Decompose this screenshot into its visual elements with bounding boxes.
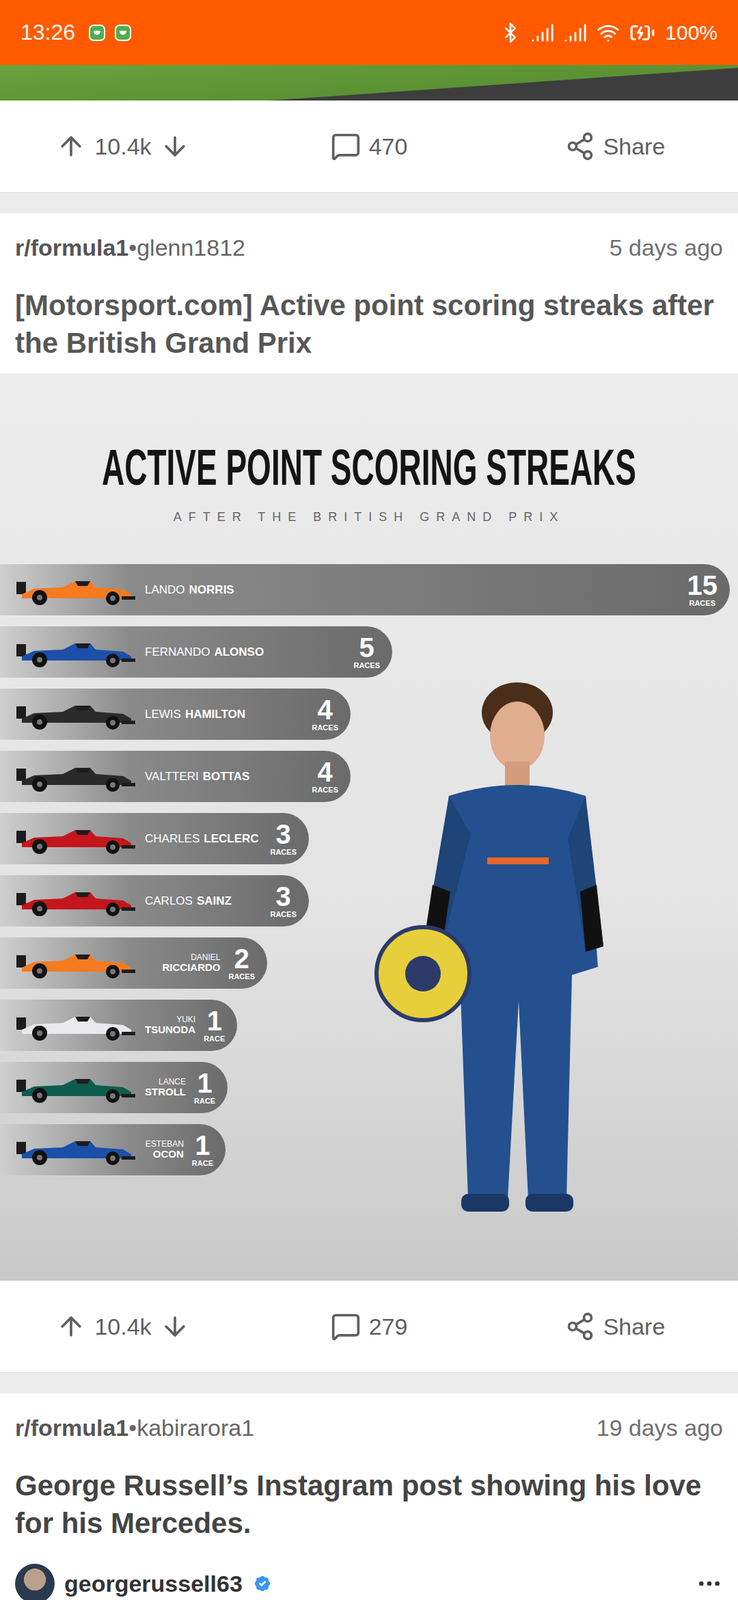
- post-title[interactable]: [Motorsport.com] Active point scoring st…: [0, 261, 738, 374]
- upvote-icon[interactable]: [56, 131, 87, 162]
- vote-group: 10.4k: [0, 131, 246, 162]
- streak-bar: CHARLESLECLERC 3RACES: [0, 812, 309, 864]
- driver-name: LANCESTROLL: [144, 1076, 186, 1097]
- vote-count: 10.4k: [94, 1312, 152, 1340]
- driver-photo: [366, 679, 622, 1220]
- post-title[interactable]: George Russell’s Instagram post showing …: [0, 1440, 738, 1553]
- streak-value: 3RACES: [269, 882, 297, 919]
- comments-button[interactable]: 470: [246, 131, 492, 162]
- wifi-icon: [596, 21, 620, 45]
- streak-bar: YUKITSUNODA 1RACE: [0, 999, 238, 1051]
- post-card[interactable]: r/formula1•kabirarora1 19 days agoGeorge …: [0, 1392, 738, 1599]
- post-image: [0, 64, 738, 101]
- car-icon: [13, 635, 137, 669]
- driver-name: FERNANDOALONSO: [144, 645, 346, 659]
- streak-bar: VALTTERIBOTTAS 4RACES: [0, 750, 351, 802]
- streak-value: 5RACES: [353, 633, 380, 670]
- post-age: 19 days ago: [596, 1413, 723, 1441]
- streak-bar: LEWISHAMILTON 4RACES: [0, 688, 351, 740]
- streak-bar: LANCESTROLL 1RACE: [0, 1061, 228, 1113]
- author[interactable]: •glenn1812: [128, 234, 246, 261]
- signal-icon: [563, 21, 587, 45]
- feed: 10.4k470Sharer/formula1•glenn18125 days …: [0, 64, 738, 1599]
- subreddit[interactable]: r/formula1: [15, 1413, 129, 1440]
- battery-level: 100%: [664, 21, 718, 45]
- notification-icon: [114, 24, 132, 41]
- streak-bar: LANDONORRIS 15RACES: [0, 563, 730, 615]
- car-icon: [13, 697, 137, 731]
- status-bar: 13:26 100%: [0, 0, 738, 65]
- bluetooth-icon: [499, 21, 522, 44]
- streak-value: 1RACE: [203, 1006, 225, 1043]
- driver-name: YUKITSUNODA: [144, 1014, 196, 1035]
- post-card: 10.4k 470Share: [0, 64, 738, 193]
- streak-bar: FERNANDOALONSO 5RACES: [0, 625, 393, 678]
- streak-bar: ESTEBANOCON 1RACE: [0, 1123, 226, 1175]
- streak-value: 4RACES: [311, 695, 339, 732]
- car-icon: [13, 1070, 137, 1104]
- driver-name: CHARLESLECLERC: [144, 832, 262, 845]
- streaks-chart[interactable]: ACTIVE POINT SCORING STREAKS AFTER THE BR…: [0, 373, 738, 1280]
- comment-icon: [330, 1310, 361, 1341]
- more-icon[interactable]: [695, 1568, 723, 1597]
- downvote-icon[interactable]: [159, 1310, 190, 1341]
- streak-value: 15RACES: [687, 571, 719, 608]
- post-header: r/formula1•glenn1812 5 days ago: [0, 213, 738, 262]
- comments-button[interactable]: 279: [246, 1310, 492, 1341]
- streak-value: 3RACES: [269, 820, 297, 857]
- driver-name: VALTTERIBOTTAS: [144, 770, 304, 783]
- streak-value: 1RACE: [192, 1130, 214, 1168]
- author[interactable]: •kabirarora1: [128, 1413, 255, 1440]
- post-card[interactable]: r/formula1•glenn1812 5 days ago[Motorspor…: [0, 213, 738, 1373]
- action-bar: 10.4k 470Share: [0, 100, 738, 193]
- verified-icon: [252, 1572, 273, 1593]
- car-icon: [13, 884, 137, 918]
- car-icon: [13, 759, 137, 793]
- car-icon: [13, 1132, 137, 1166]
- bar-list: LANDONORRIS15RACESFERNANDOALONSO5RACESLE…: [0, 563, 738, 1175]
- share-icon: [565, 131, 596, 162]
- driver-name: ESTEBANOCON: [144, 1139, 184, 1159]
- battery-charging-icon: [629, 19, 656, 46]
- share-icon: [565, 1310, 596, 1341]
- signal-icon: [530, 21, 555, 45]
- embed-user-row: georgerussell63: [0, 1552, 738, 1599]
- subreddit[interactable]: r/formula1: [15, 234, 129, 261]
- car-icon: [13, 573, 137, 607]
- post-age: 5 days ago: [609, 233, 723, 262]
- user-handle[interactable]: georgerussell63: [64, 1568, 243, 1597]
- car-icon: [13, 946, 137, 980]
- streak-value: 2RACES: [228, 944, 255, 981]
- reddit-feed: 13:26100%10.4k470Sharer/formula1•glenn18…: [0, 0, 738, 1599]
- share-button[interactable]: Share: [492, 1310, 738, 1341]
- share-button[interactable]: Share: [492, 131, 738, 162]
- downvote-icon[interactable]: [159, 131, 190, 162]
- streak-bar: DANIELRICCIARDO 2RACES: [0, 936, 268, 989]
- action-bar: 10.4k 279Share: [0, 1279, 738, 1372]
- vote-group: 10.4k: [0, 1310, 246, 1341]
- car-icon: [13, 1008, 137, 1042]
- post-header: r/formula1•kabirarora1 19 days ago: [0, 1392, 738, 1441]
- vote-count: 10.4k: [94, 133, 152, 160]
- user-avatar[interactable]: [15, 1562, 55, 1599]
- clock: 13:26: [20, 19, 76, 46]
- streak-value: 4RACES: [311, 757, 339, 795]
- upvote-icon[interactable]: [56, 1310, 87, 1341]
- comment-icon: [330, 131, 361, 162]
- chart-subtitle: AFTER THE BRITISH GRAND PRIX: [173, 509, 566, 525]
- driver-name: DANIELRICCIARDO: [144, 952, 221, 973]
- notification-icon: [88, 24, 106, 41]
- driver-name: CARLOSSAINZ: [144, 894, 262, 907]
- car-icon: [13, 822, 137, 855]
- chart-title: ACTIVE POINT SCORING STREAKS: [101, 438, 637, 497]
- streak-value: 1RACE: [194, 1068, 216, 1105]
- driver-name: LEWISHAMILTON: [144, 707, 304, 721]
- streak-bar: CARLOSSAINZ 3RACES: [0, 874, 309, 926]
- driver-name: LANDONORRIS: [144, 583, 680, 596]
